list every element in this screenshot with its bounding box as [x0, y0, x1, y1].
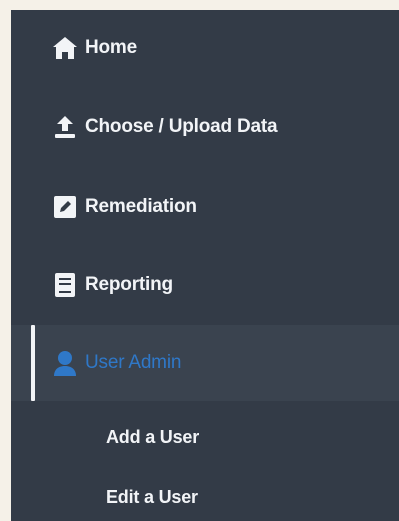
upload-icon [53, 115, 77, 139]
sidebar-item-home[interactable]: Home [11, 10, 399, 86]
sidebar-item-label: User Admin [85, 352, 182, 373]
home-icon [53, 36, 77, 60]
sidebar-item-user-admin[interactable]: User Admin [11, 325, 399, 401]
user-icon [53, 351, 77, 376]
edit-icon [53, 195, 77, 219]
active-indicator [31, 325, 35, 401]
sidebar: Home Choose / Upload Data Remediation Re… [11, 10, 399, 521]
user-admin-submenu: Add a User Edit a User [11, 401, 399, 521]
submenu-item-edit-user[interactable]: Edit a User [106, 481, 198, 513]
sidebar-item-choose-upload-data[interactable]: Choose / Upload Data [11, 89, 399, 165]
sidebar-item-reporting[interactable]: Reporting [11, 247, 399, 323]
sidebar-item-remediation[interactable]: Remediation [11, 169, 399, 245]
sidebar-item-label: Reporting [85, 274, 173, 295]
sidebar-item-label: Remediation [85, 196, 197, 217]
sidebar-item-label: Home [85, 37, 137, 58]
submenu-item-add-user[interactable]: Add a User [106, 421, 199, 453]
book-icon [53, 273, 77, 297]
sidebar-item-label: Choose / Upload Data [85, 116, 278, 137]
